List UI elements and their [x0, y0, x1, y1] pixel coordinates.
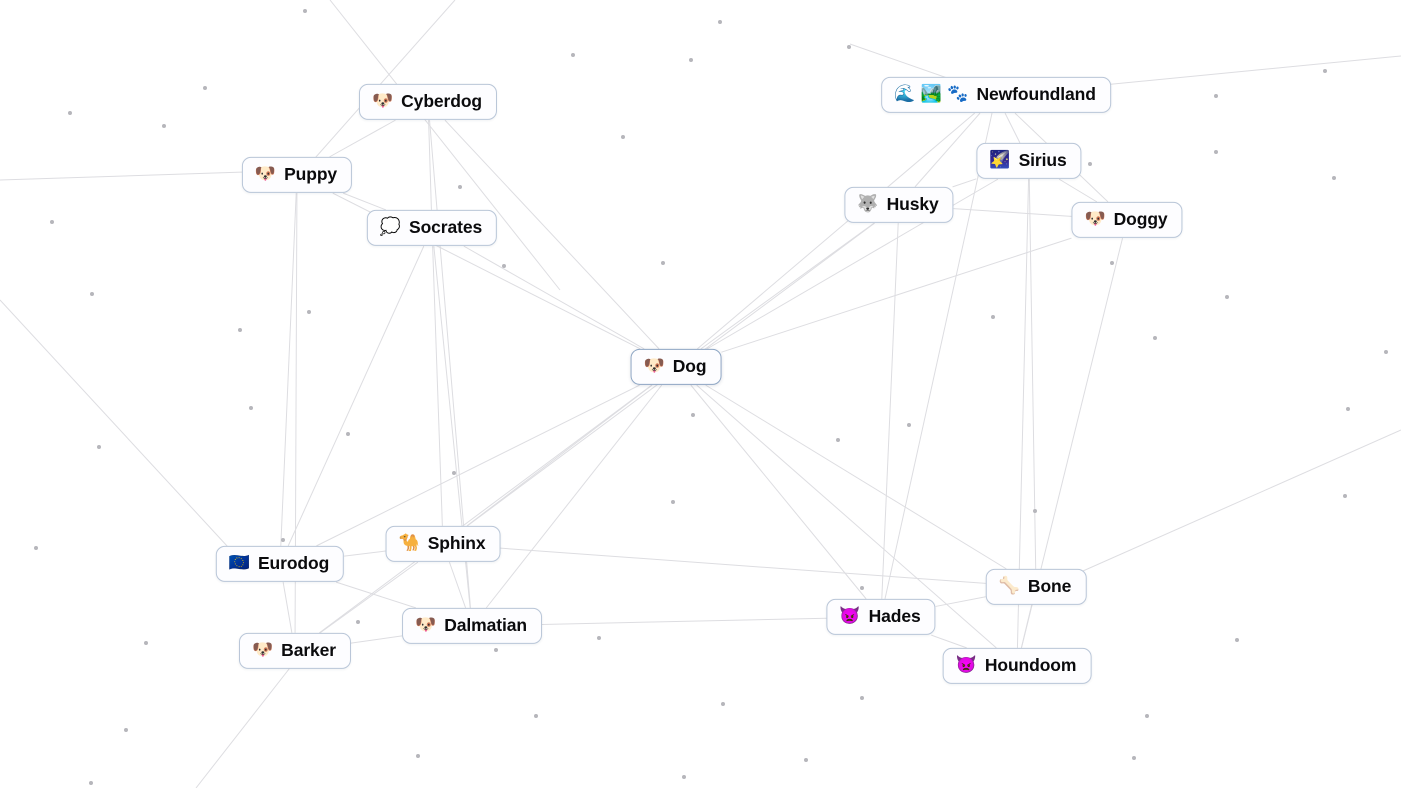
graph-node-husky[interactable]: 🐺 Husky [844, 186, 954, 224]
dog-face-emoji: 🐶 [643, 356, 665, 376]
graph-node-socrates[interactable]: 💭 Socrates [366, 209, 498, 247]
graph-node-dog[interactable]: 🐶 Dog [630, 348, 722, 386]
graph-node-newfoundland[interactable]: 🌊 🏞️ 🐾 Newfoundland [881, 76, 1111, 114]
graph-node-label: Barker [281, 639, 337, 660]
graph-node-label: Sphinx [427, 532, 486, 553]
graph-node-eurodog[interactable]: 🇪🇺 Eurodog [215, 545, 345, 583]
graph-node-puppy[interactable]: 🐶 Puppy [241, 156, 353, 194]
recipe-graph-canvas[interactable]: 🐶 Cyberdog 🐶 Puppy 💭 Socrates 🌊 🏞️ 🐾 Newfoundla… [0, 0, 1401, 788]
graph-node-bone[interactable]: 🦴 Bone [985, 568, 1087, 606]
graph-node-dalmatian[interactable]: 🐶 Dalmatian [402, 607, 542, 645]
graph-node-label: Houndoom [984, 654, 1077, 675]
dog-face-emoji: 🐶 [371, 91, 394, 111]
graph-node-label: Eurodog [257, 552, 330, 573]
node-layer[interactable]: 🐶 Cyberdog 🐶 Puppy 💭 Socrates 🌊 🏞️ 🐾 Newfoundla… [0, 0, 1401, 788]
graph-node-label: Doggy [1113, 208, 1168, 229]
graph-node-label: Cyberdog [401, 90, 483, 111]
graph-node-cyberdog[interactable]: 🐶 Cyberdog [358, 83, 498, 121]
dog-face-emoji: 🐶 [1084, 209, 1106, 229]
dog-face-emoji: 🐶 [254, 164, 277, 184]
graph-node-doggy[interactable]: 🐶 Doggy [1071, 201, 1183, 239]
angry-devil-emoji: 👿 [955, 655, 977, 675]
thought-balloon-emoji: 💭 [379, 217, 402, 237]
wave-emoji: 🌊 🏞️ 🐾 [894, 84, 969, 104]
shooting-star-emoji: 🌠 [989, 150, 1011, 170]
graph-node-label: Husky [886, 193, 939, 214]
angry-devil-emoji: 👿 [839, 606, 861, 626]
bone-emoji: 🦴 [998, 576, 1020, 596]
graph-node-label: Puppy [284, 163, 338, 184]
camel-emoji: 🐪 [398, 533, 420, 553]
graph-node-label: Socrates [409, 216, 483, 237]
graph-node-sphinx[interactable]: 🐪 Sphinx [385, 525, 501, 563]
dog-face-emoji: 🐶 [251, 640, 274, 660]
graph-node-hades[interactable]: 👿 Hades [826, 598, 936, 636]
graph-node-barker[interactable]: 🐶 Barker [238, 632, 352, 670]
graph-node-label: Dog [672, 355, 707, 376]
graph-node-label: Newfoundland [976, 83, 1096, 104]
european-union-flag-emoji: 🇪🇺 [228, 553, 250, 573]
graph-node-label: Hades [868, 605, 921, 626]
graph-node-label: Sirius [1018, 149, 1067, 170]
graph-node-label: Dalmatian [444, 614, 527, 635]
dog-face-emoji: 🐶 [415, 615, 437, 635]
graph-node-houndoom[interactable]: 👿 Houndoom [942, 647, 1092, 685]
graph-node-label: Bone [1027, 575, 1072, 596]
wolf-face-emoji: 🐺 [857, 194, 879, 214]
graph-node-sirius[interactable]: 🌠 Sirius [976, 142, 1082, 180]
